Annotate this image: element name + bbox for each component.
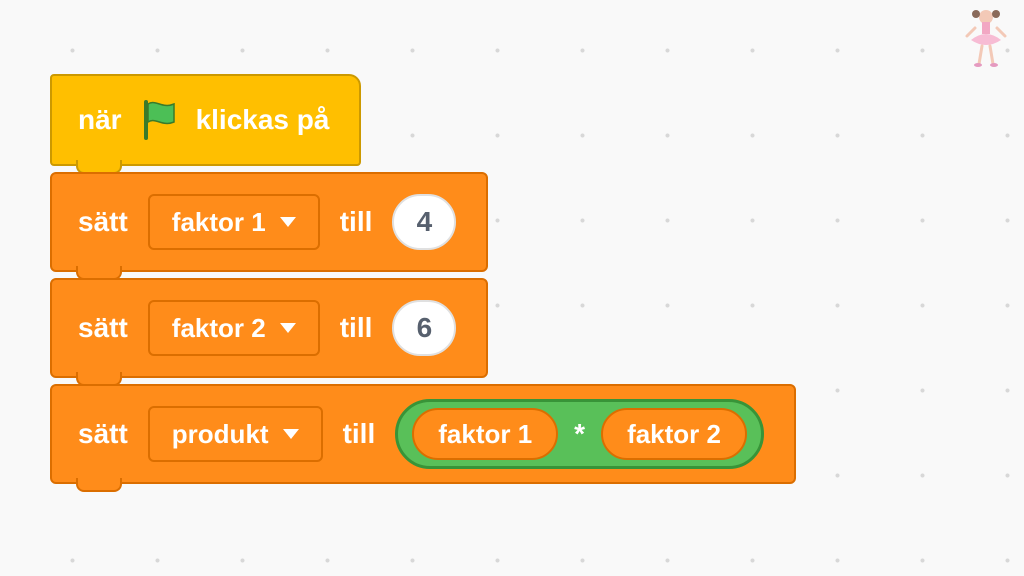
variable-reporter[interactable]: faktor 2 (601, 408, 747, 460)
multiply-operator-block[interactable]: faktor 1 * faktor 2 (395, 399, 764, 469)
chevron-down-icon (280, 323, 296, 333)
hat-prefix-label: när (78, 104, 122, 136)
chevron-down-icon (280, 217, 296, 227)
number-input[interactable]: 6 (392, 300, 456, 356)
script-stack: när klickas på sätt faktor 1 till 4 sät (50, 74, 796, 484)
variable-reporter[interactable]: faktor 1 (412, 408, 558, 460)
set-variable-block[interactable]: sätt faktor 1 till 4 (50, 172, 488, 272)
set-variable-block[interactable]: sätt faktor 2 till 6 (50, 278, 488, 378)
chevron-down-icon (283, 429, 299, 439)
set-label: sätt (78, 312, 128, 344)
set-variable-block[interactable]: sätt produkt till faktor 1 * faktor 2 (50, 384, 796, 484)
variable-dropdown[interactable]: produkt (148, 406, 323, 462)
green-flag-icon (140, 100, 178, 140)
variable-dropdown[interactable]: faktor 1 (148, 194, 320, 250)
when-flag-clicked-block[interactable]: när klickas på (50, 74, 361, 166)
to-label: till (340, 312, 373, 344)
variable-dropdown[interactable]: faktor 2 (148, 300, 320, 356)
to-label: till (343, 418, 376, 450)
dropdown-label: faktor 2 (172, 313, 266, 344)
to-label: till (340, 206, 373, 238)
dropdown-label: produkt (172, 419, 269, 450)
block-notch (76, 478, 122, 492)
operator-symbol: * (574, 418, 585, 450)
scratch-workspace[interactable]: när klickas på sätt faktor 1 till 4 sät (0, 0, 1024, 576)
dropdown-label: faktor 1 (172, 207, 266, 238)
set-label: sätt (78, 206, 128, 238)
number-input[interactable]: 4 (392, 194, 456, 250)
sprite-thumbnail[interactable] (956, 6, 1016, 68)
hat-suffix-label: klickas på (196, 104, 330, 136)
set-label: sätt (78, 418, 128, 450)
